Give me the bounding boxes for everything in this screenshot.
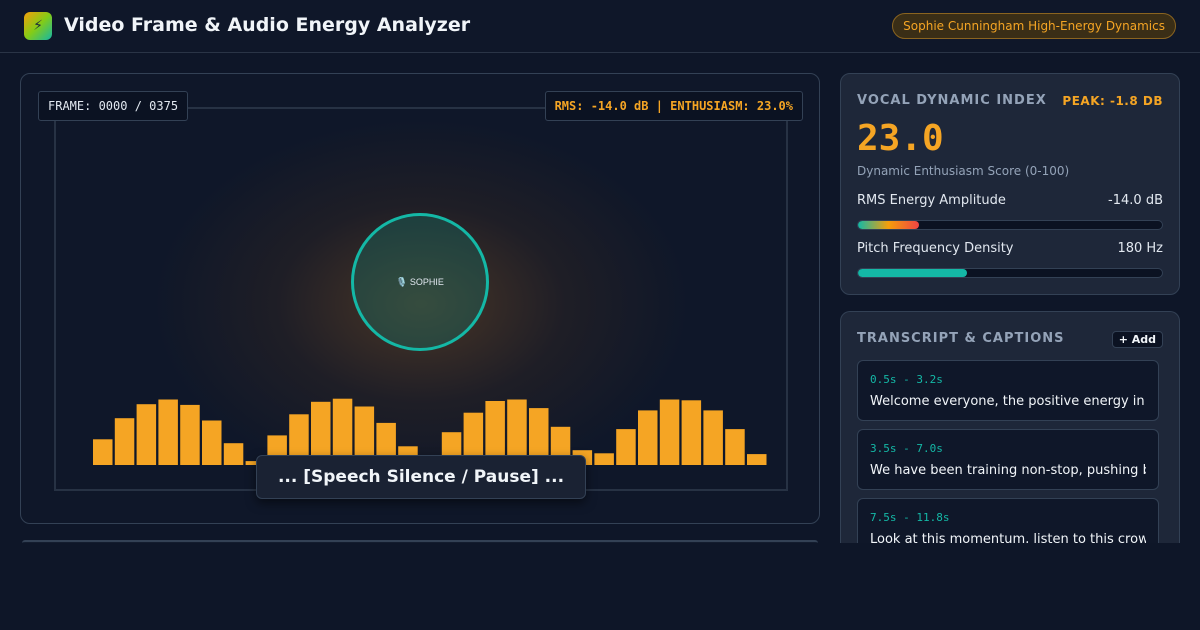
- segment-text: Look at this momentum, listen to this cr…: [870, 532, 1146, 543]
- frame-counter: FRAME: 0000 / 0375: [38, 91, 189, 121]
- segment-time: 0.5s - 3.2s: [870, 373, 943, 386]
- rms-bar: [857, 220, 1163, 230]
- waveform-bar: [725, 429, 745, 465]
- waveform-bar: [594, 453, 614, 465]
- add-segment-button[interactable]: + Add: [1111, 331, 1163, 348]
- app-title: Video Frame & Audio Energy Analyzer: [64, 14, 471, 36]
- rms-readout: RMS: -14.0 dB | ENTHUSIASM: 23.0%: [544, 91, 803, 121]
- waveform-bar: [158, 399, 178, 465]
- rms-row: RMS Energy Amplitude -14.0 dB: [857, 193, 1163, 211]
- live-caption: ... [Speech Silence / Pause] ...: [256, 455, 586, 499]
- pitch-value: 180 Hz: [1117, 241, 1163, 256]
- transcript-segment[interactable]: 7.5s - 11.8s Look at this momentum, list…: [857, 498, 1159, 543]
- waveform-bar: [681, 400, 702, 465]
- waveform-bar: [223, 443, 244, 465]
- transcript-segment[interactable]: 0.5s - 3.2s Welcome everyone, the positi…: [857, 360, 1159, 421]
- lightning-icon: ⚡: [24, 12, 52, 40]
- peak-label: PEAK: -1.8 DB: [1062, 94, 1163, 108]
- segment-time: 3.5s - 7.0s: [870, 442, 943, 455]
- enthusiasm-score: 23.0: [857, 118, 944, 159]
- vocal-dynamic-card: VOCAL DYNAMIC INDEX PEAK: -1.8 DB 23.0 D…: [840, 73, 1180, 295]
- waveform-bar: [93, 439, 113, 465]
- waveform-bar: [202, 420, 222, 465]
- segment-text: Welcome everyone, the positive energy in…: [870, 394, 1146, 409]
- card-title: TRANSCRIPT & CAPTIONS: [857, 331, 1065, 346]
- segment-text: We have been training non-stop, pushing …: [870, 463, 1146, 478]
- card-title: VOCAL DYNAMIC INDEX: [857, 93, 1047, 108]
- waveform-bar: [180, 404, 200, 465]
- rms-label: RMS Energy Amplitude: [857, 193, 1006, 208]
- rms-bar-fill: [858, 221, 919, 229]
- profile-badge: Sophie Cunningham High-Energy Dynamics: [892, 13, 1176, 39]
- waveform-bar: [136, 404, 157, 465]
- waveform-bar: [114, 418, 135, 465]
- pitch-bar: [857, 268, 1163, 278]
- waveform-bar: [747, 454, 767, 465]
- waveform-bar: [659, 399, 680, 465]
- waveform-bar: [616, 429, 636, 465]
- segment-time: 7.5s - 11.8s: [870, 511, 950, 524]
- video-preview-panel: 🎙️ SOPHIE FRAME: 0000 / 0375 RMS: -14.0 …: [20, 73, 820, 524]
- waveform-bar: [638, 410, 658, 465]
- app-header: ⚡ Video Frame & Audio Energy Analyzer So…: [0, 0, 1200, 53]
- timeline-panel: [22, 540, 818, 543]
- pitch-label: Pitch Frequency Density: [857, 241, 1014, 256]
- transcript-segment[interactable]: 3.5s - 7.0s We have been training non-st…: [857, 429, 1159, 490]
- rms-value: -14.0 dB: [1108, 193, 1163, 208]
- pitch-bar-fill: [858, 269, 968, 277]
- transcript-card: TRANSCRIPT & CAPTIONS + Add 0.5s - 3.2s …: [840, 311, 1180, 543]
- score-caption: Dynamic Enthusiasm Score (0-100): [857, 164, 1070, 178]
- pitch-row: Pitch Frequency Density 180 Hz: [857, 241, 1163, 259]
- waveform-bar: [703, 410, 723, 465]
